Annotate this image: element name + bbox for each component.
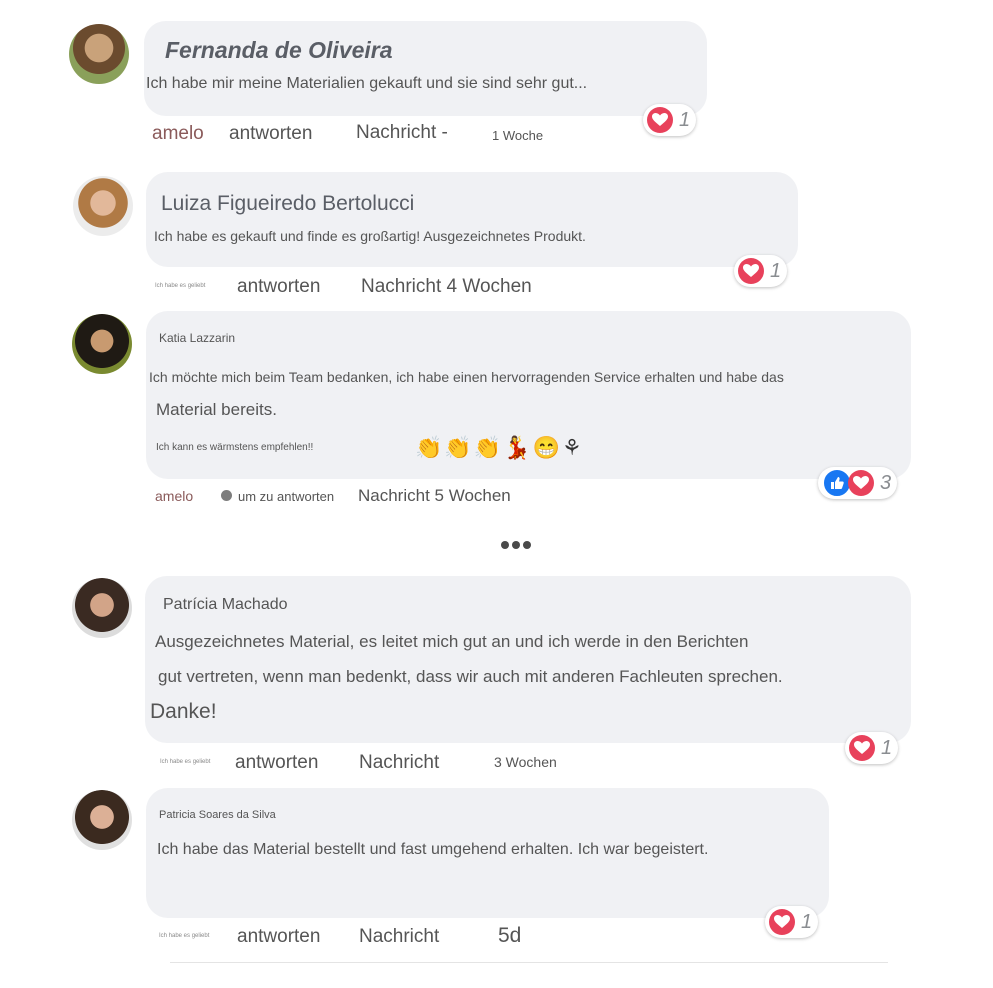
avatar[interactable]: [72, 314, 132, 374]
comment-author[interactable]: Patricia Soares da Silva: [159, 809, 276, 821]
like-link[interactable]: Ich habe es geliebt: [155, 283, 205, 289]
reply-link[interactable]: antworten: [237, 926, 320, 948]
message-link[interactable]: Nachricht -: [356, 122, 448, 144]
reply-link[interactable]: antworten: [229, 123, 312, 145]
more-dots-icon[interactable]: [501, 541, 531, 549]
like-link[interactable]: amelo: [152, 123, 204, 145]
grinning-face-icon: 😁: [532, 435, 561, 460]
avatar[interactable]: [72, 578, 132, 638]
clapping-hands-icon: 👏: [473, 435, 502, 460]
comment-author[interactable]: Patrícia Machado: [163, 596, 288, 614]
heart-icon: [769, 909, 795, 935]
timestamp[interactable]: 1 Woche: [492, 128, 543, 143]
timestamp[interactable]: 3 Wochen: [494, 754, 557, 770]
comment-text: Material bereits.: [156, 400, 277, 419]
reply-link[interactable]: antworten: [235, 752, 318, 774]
reaction-count: 1: [801, 910, 813, 933]
emoji-row: 👏 👏 👏 💃 😁 ⚘: [415, 435, 582, 461]
reaction-summary[interactable]: 1: [643, 104, 697, 136]
heart-icon: [848, 470, 874, 496]
comment-text: Ausgezeichnetes Material, es leitet mich…: [155, 632, 749, 651]
like-link[interactable]: Ich habe es geliebt: [159, 933, 209, 939]
reaction-count: 3: [880, 471, 892, 494]
message-link[interactable]: Nachricht: [359, 926, 439, 948]
rose-icon: ⚘: [562, 435, 582, 460]
like-link[interactable]: amelo: [155, 488, 193, 504]
comment-author[interactable]: Luiza Figueiredo Bertolucci: [161, 192, 414, 216]
clapping-hands-icon: 👏: [415, 435, 443, 460]
comment-text: Ich habe mir meine Materialien gekauft u…: [146, 75, 588, 92]
heart-icon: [738, 258, 764, 284]
reaction-count: 1: [881, 736, 893, 759]
divider: [170, 962, 888, 963]
avatar[interactable]: [69, 24, 129, 84]
message-link[interactable]: Nachricht: [359, 752, 439, 774]
reaction-summary[interactable]: 1: [765, 906, 819, 938]
reaction-summary[interactable]: 1: [845, 732, 899, 764]
comment-text: Ich möchte mich beim Team bedanken, ich …: [149, 369, 784, 385]
comment-bubble: [144, 21, 707, 116]
comment-text: Ich habe das Material bestellt und fast …: [157, 841, 709, 858]
message-link[interactable]: Nachricht 5 Wochen: [358, 486, 511, 506]
comment-bubble: [146, 172, 798, 267]
comment-text: Ich habe es gekauft und finde es großart…: [154, 228, 586, 244]
comment-text: gut vertreten, wenn man bedenkt, dass wi…: [158, 667, 783, 686]
reaction-count: 1: [770, 259, 782, 282]
heart-icon: [647, 107, 673, 133]
comment-text: Danke!: [150, 700, 217, 723]
dot-icon: [221, 490, 232, 501]
clapping-hands-icon: 👏: [444, 435, 472, 460]
reply-link[interactable]: antworten: [237, 276, 320, 298]
dancer-icon: 💃: [503, 435, 531, 460]
reply-link[interactable]: um zu antworten: [238, 489, 334, 504]
comment-author[interactable]: Katia Lazzarin: [159, 331, 235, 345]
reaction-summary[interactable]: 1: [734, 255, 788, 287]
like-link[interactable]: Ich habe es geliebt: [160, 759, 210, 765]
avatar[interactable]: [73, 176, 133, 236]
timestamp[interactable]: 5d: [498, 924, 521, 948]
reaction-count: 1: [679, 108, 691, 131]
reaction-summary[interactable]: 3: [818, 467, 898, 499]
message-link[interactable]: Nachricht 4 Wochen: [361, 276, 532, 298]
heart-icon: [849, 735, 875, 761]
comment-author[interactable]: Fernanda de Oliveira: [165, 37, 393, 64]
comment-text: Ich kann es wärmstens empfehlen!!: [156, 442, 314, 453]
avatar[interactable]: [72, 790, 132, 850]
